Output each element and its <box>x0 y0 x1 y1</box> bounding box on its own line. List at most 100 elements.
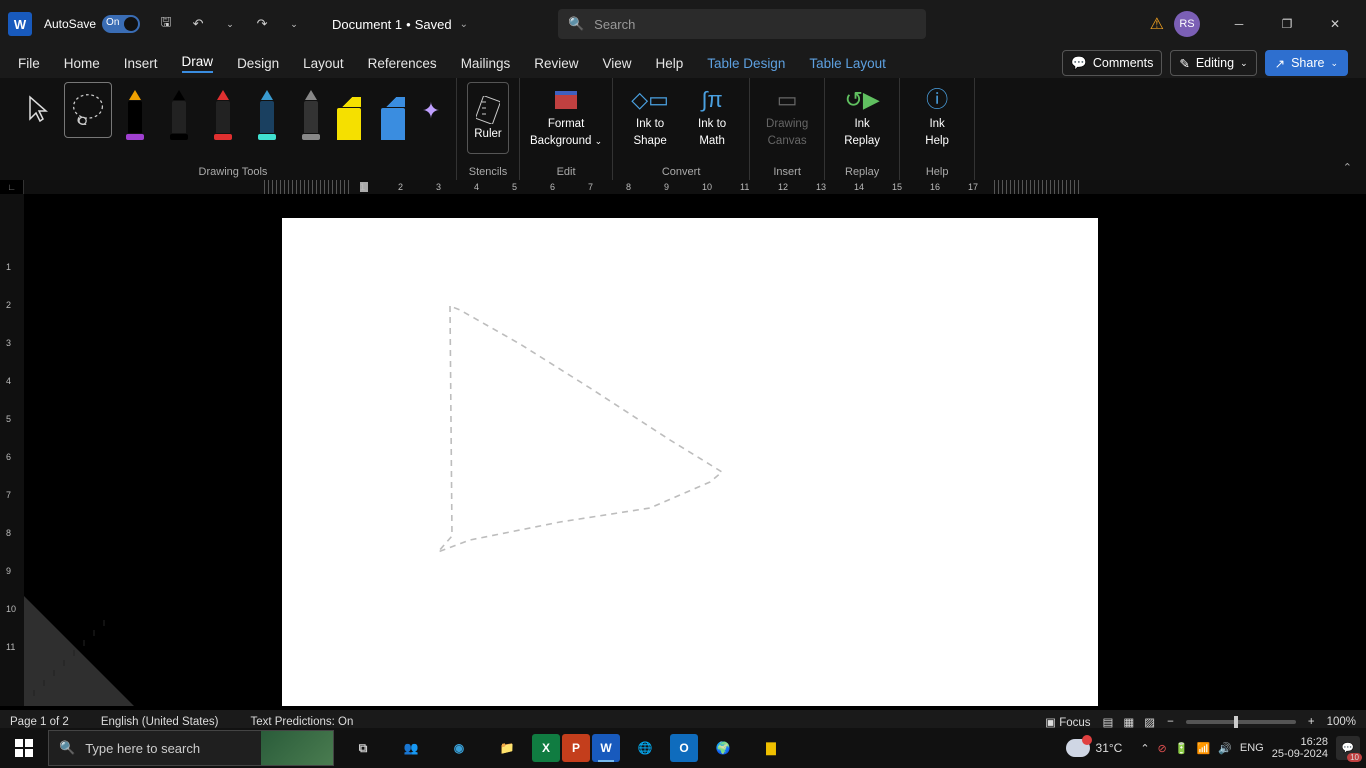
group-label-drawing-tools: Drawing Tools <box>199 166 268 180</box>
collapse-ribbon-icon[interactable]: ⌃ <box>1343 161 1352 174</box>
teams-app-icon[interactable]: 👥 <box>388 728 434 768</box>
share-button[interactable]: ↗Share⌄ <box>1265 50 1348 76</box>
zoom-out-button[interactable]: − <box>1167 716 1174 728</box>
text-predictions-indicator[interactable]: Text Predictions: On <box>250 716 353 728</box>
h-ruler-tick: 1 <box>360 182 365 192</box>
pen-tool-4[interactable] <box>296 82 326 140</box>
tray-wifi-icon[interactable]: 📶 <box>1196 742 1210 755</box>
tab-file[interactable]: File <box>18 56 40 71</box>
vertical-ruler[interactable]: 1234567891011 <box>0 194 24 706</box>
tab-view[interactable]: View <box>602 56 631 71</box>
language-indicator[interactable]: English (United States) <box>101 716 219 728</box>
tab-references[interactable]: References <box>368 56 437 71</box>
maximize-button[interactable]: ❐ <box>1264 8 1310 40</box>
browser-app-icon[interactable]: 🌍 <box>700 728 746 768</box>
task-view-icon[interactable]: ⧉ <box>340 728 386 768</box>
tab-mailings[interactable]: Mailings <box>461 56 511 71</box>
group-label-stencils: Stencils <box>469 166 508 180</box>
tray-battery-icon[interactable]: 🔋 <box>1175 742 1189 755</box>
h-ruler-tick: 8 <box>626 182 631 192</box>
redo-icon[interactable]: ↷ <box>248 10 276 38</box>
tab-draw[interactable]: Draw <box>182 54 214 73</box>
qat-customize-icon[interactable]: ⌄ <box>280 10 308 38</box>
v-ruler-tick: 7 <box>6 490 11 500</box>
chevron-down-icon: ⌄ <box>595 136 603 146</box>
minimize-button[interactable]: ─ <box>1216 8 1262 40</box>
zoom-level[interactable]: 100% <box>1327 716 1356 728</box>
tab-home[interactable]: Home <box>64 56 100 71</box>
chevron-down-icon: ⌄ <box>460 19 468 30</box>
pen-tool-3[interactable] <box>252 82 282 140</box>
highlighter-tool-0[interactable] <box>334 82 364 140</box>
tray-chevron-icon[interactable]: ⌃ <box>1140 742 1149 755</box>
powerpoint-app-icon[interactable]: P <box>562 734 590 762</box>
v-ruler-tick: 8 <box>6 528 11 538</box>
zoom-slider[interactable] <box>1186 720 1296 724</box>
editing-mode-button[interactable]: ✎Editing⌄ <box>1170 50 1256 76</box>
avatar[interactable]: RS <box>1174 11 1200 37</box>
tab-table-design[interactable]: Table Design <box>707 56 785 71</box>
sticky-notes-app-icon[interactable]: ▇ <box>748 728 794 768</box>
page-indicator[interactable]: Page 1 of 2 <box>10 716 69 728</box>
close-button[interactable]: ✕ <box>1312 8 1358 40</box>
read-mode-icon[interactable]: ▤ <box>1103 715 1114 729</box>
excel-app-icon[interactable]: X <box>532 734 560 762</box>
action-pen-tool[interactable]: ✦ <box>416 82 446 140</box>
titlebar: W AutoSave On 🖫 ↶ ⌄ ↷ ⌄ Document 1 • Sav… <box>0 0 1366 48</box>
ruler-stencil-button[interactable]: Ruler <box>467 82 509 154</box>
page-viewport[interactable] <box>24 194 1366 706</box>
highlighter-tool-1[interactable] <box>378 82 408 140</box>
autosave-toggle[interactable]: On <box>102 15 140 33</box>
ink-to-shape-button[interactable]: ◇▭ Ink to Shape <box>623 82 677 149</box>
warning-icon[interactable]: ⚠ <box>1150 14 1164 34</box>
weather-widget[interactable]: 31°C <box>1066 739 1123 757</box>
select-tool[interactable] <box>20 82 56 138</box>
tray-security-icon[interactable]: ⊘ <box>1158 742 1167 755</box>
zoom-in-button[interactable]: + <box>1308 716 1315 728</box>
ink-to-math-button[interactable]: ∫π Ink to Math <box>685 82 739 149</box>
h-ruler-tick: 17 <box>968 182 978 192</box>
tab-insert[interactable]: Insert <box>124 56 158 71</box>
ruler-stencil-overlay[interactable] <box>24 596 134 706</box>
tray-volume-icon[interactable]: 🔊 <box>1218 742 1232 755</box>
search-input[interactable]: 🔍 Search <box>558 9 926 39</box>
group-label-insert: Insert <box>773 166 801 180</box>
tab-table-layout[interactable]: Table Layout <box>809 56 886 71</box>
sparkle-icon: ✦ <box>422 98 440 124</box>
tray-clock[interactable]: 16:28 25-09-2024 <box>1272 736 1328 760</box>
edge-app-icon[interactable]: ◉ <box>436 728 482 768</box>
tab-help[interactable]: Help <box>656 56 684 71</box>
print-layout-icon[interactable]: ▦ <box>1123 715 1134 729</box>
h-ruler-tick: 13 <box>816 182 826 192</box>
undo-dropdown-icon[interactable]: ⌄ <box>216 10 244 38</box>
ink-to-math-icon: ∫π <box>702 86 723 114</box>
pen-tool-1[interactable] <box>164 82 194 140</box>
taskbar-search[interactable]: 🔍 Type here to search <box>48 730 334 766</box>
document-page[interactable] <box>282 218 1098 706</box>
format-background-button[interactable]: Format Background ⌄ <box>530 82 602 149</box>
focus-mode-button[interactable]: ▣ Focus <box>1045 715 1090 729</box>
undo-icon[interactable]: ↶ <box>184 10 212 38</box>
ink-replay-button[interactable]: ↺▶ Ink Replay <box>835 82 889 149</box>
tab-design[interactable]: Design <box>237 56 279 71</box>
pen-tool-0[interactable] <box>120 82 150 140</box>
tray-language[interactable]: ENG <box>1240 742 1264 754</box>
save-icon[interactable]: 🖫 <box>152 10 180 38</box>
ink-help-button[interactable]: ⓘ Ink Help <box>910 82 964 149</box>
horizontal-ruler[interactable]: 1234567891011121314151617 <box>24 180 1366 194</box>
comments-button[interactable]: 💬Comments <box>1062 50 1162 76</box>
ruler-row: ∟ 1234567891011121314151617 <box>0 180 1366 194</box>
lasso-select-tool[interactable] <box>64 82 112 138</box>
start-button[interactable] <box>0 728 48 768</box>
document-title[interactable]: Document 1 • Saved ⌄ <box>332 17 468 32</box>
tab-review[interactable]: Review <box>534 56 578 71</box>
word-app-icon[interactable]: W <box>592 734 620 762</box>
notifications-icon[interactable]: 💬10 <box>1336 736 1360 760</box>
outlook-app-icon[interactable]: O <box>670 734 698 762</box>
tab-layout[interactable]: Layout <box>303 56 344 71</box>
pen-tool-2[interactable] <box>208 82 238 140</box>
h-ruler-tick: 4 <box>474 182 479 192</box>
chrome-app-icon[interactable]: 🌐 <box>622 728 668 768</box>
web-layout-icon[interactable]: ▨ <box>1144 715 1155 729</box>
explorer-app-icon[interactable]: 📁 <box>484 728 530 768</box>
